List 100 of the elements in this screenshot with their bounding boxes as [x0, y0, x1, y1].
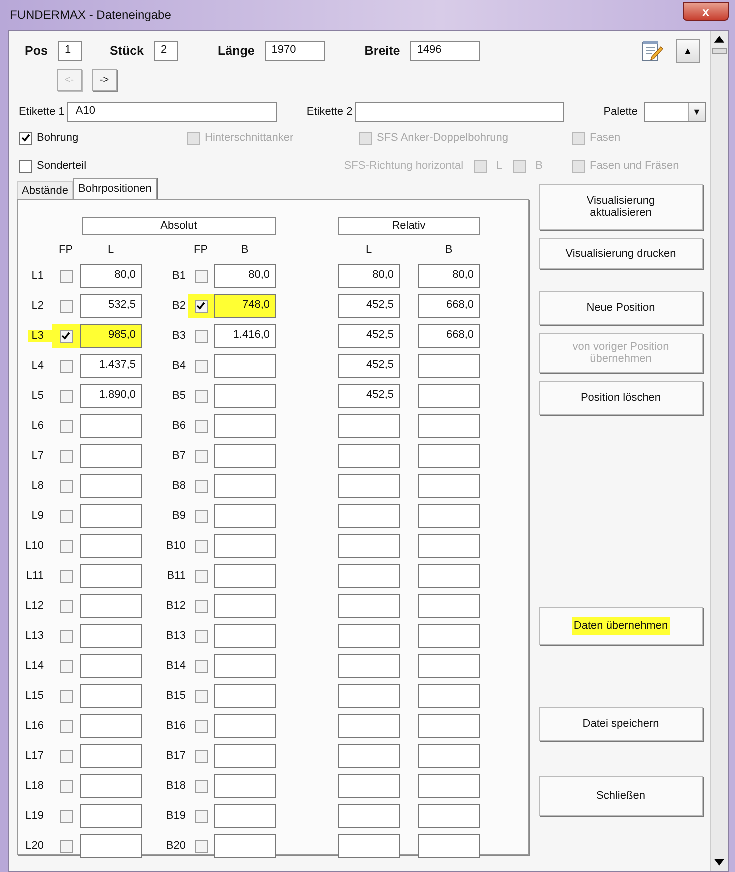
- checkbox[interactable]: [60, 450, 72, 462]
- input-field[interactable]: [214, 414, 276, 438]
- input-field[interactable]: A10: [66, 102, 277, 122]
- input-field[interactable]: 1.416,0: [214, 324, 276, 348]
- input-field[interactable]: [80, 594, 142, 618]
- input-field[interactable]: [338, 414, 400, 438]
- input-field[interactable]: [338, 774, 400, 798]
- checkbox[interactable]: [60, 570, 72, 582]
- input-field[interactable]: 452,5: [338, 324, 400, 348]
- input-field[interactable]: 452,5: [338, 354, 400, 378]
- input-field[interactable]: [418, 834, 480, 858]
- scrollbar[interactable]: [710, 31, 728, 871]
- checkbox[interactable]: [60, 300, 72, 312]
- checkbox[interactable]: [194, 480, 208, 492]
- close-button[interactable]: x: [683, 2, 729, 21]
- input-field[interactable]: 2: [154, 41, 178, 61]
- checkbox[interactable]: [60, 270, 72, 282]
- input-field[interactable]: [80, 774, 142, 798]
- action-button[interactable]: Schließen: [539, 776, 703, 816]
- input-field[interactable]: [214, 444, 276, 468]
- input-field[interactable]: [80, 474, 142, 498]
- input-field[interactable]: [80, 804, 142, 828]
- input-field[interactable]: [354, 102, 564, 122]
- input-field[interactable]: [338, 474, 400, 498]
- input-field[interactable]: [214, 534, 276, 558]
- checkbox[interactable]: [194, 270, 208, 282]
- input-field[interactable]: 1496: [410, 41, 480, 61]
- input-field[interactable]: [338, 504, 400, 528]
- checkbox[interactable]: [60, 720, 72, 732]
- checkbox[interactable]: [194, 300, 208, 312]
- input-field[interactable]: [80, 504, 142, 528]
- input-field[interactable]: [338, 834, 400, 858]
- input-field[interactable]: [80, 564, 142, 588]
- checkbox[interactable]: [194, 330, 208, 342]
- input-field[interactable]: [214, 474, 276, 498]
- input-field[interactable]: [338, 684, 400, 708]
- input-field[interactable]: [80, 624, 142, 648]
- action-button[interactable]: Datei speichern: [539, 707, 703, 741]
- notepad-pencil-icon[interactable]: [640, 39, 664, 63]
- input-field[interactable]: [214, 594, 276, 618]
- input-field[interactable]: 452,5: [338, 294, 400, 318]
- input-field[interactable]: [80, 414, 142, 438]
- input-field[interactable]: [418, 504, 480, 528]
- tab[interactable]: Bohrpositionen: [73, 178, 157, 199]
- checkbox[interactable]: [19, 160, 32, 172]
- input-field[interactable]: 80,0: [338, 264, 400, 288]
- input-field[interactable]: [214, 714, 276, 738]
- input-field[interactable]: [418, 684, 480, 708]
- checkbox[interactable]: [194, 690, 208, 702]
- input-field[interactable]: [80, 714, 142, 738]
- input-field[interactable]: 452,5: [338, 384, 400, 408]
- input-field[interactable]: 668,0: [418, 324, 480, 348]
- checkbox[interactable]: [60, 390, 72, 402]
- input-field[interactable]: [338, 654, 400, 678]
- checkbox[interactable]: [60, 480, 72, 492]
- input-field[interactable]: [418, 384, 480, 408]
- input-field[interactable]: [338, 594, 400, 618]
- checkbox[interactable]: [60, 330, 72, 342]
- checkbox[interactable]: [19, 132, 32, 144]
- input-field[interactable]: [214, 384, 276, 408]
- input-field[interactable]: [338, 534, 400, 558]
- input-field[interactable]: [418, 354, 480, 378]
- input-field[interactable]: [338, 444, 400, 468]
- input-field[interactable]: [214, 744, 276, 768]
- input-field[interactable]: 1.437,5: [80, 354, 142, 378]
- checkbox[interactable]: [60, 840, 72, 852]
- input-field[interactable]: [80, 684, 142, 708]
- input-field[interactable]: [80, 744, 142, 768]
- checkbox[interactable]: [60, 660, 72, 672]
- input-field[interactable]: [214, 624, 276, 648]
- input-field[interactable]: [214, 804, 276, 828]
- input-field[interactable]: 1970: [264, 41, 325, 61]
- input-field[interactable]: [418, 714, 480, 738]
- input-field[interactable]: [214, 654, 276, 678]
- input-field[interactable]: [338, 804, 400, 828]
- checkbox[interactable]: [194, 570, 208, 582]
- dropdown-button[interactable]: ▼: [688, 103, 705, 121]
- checkbox[interactable]: [60, 630, 72, 642]
- checkbox[interactable]: [194, 840, 208, 852]
- checkbox[interactable]: [194, 510, 208, 522]
- input-field[interactable]: [338, 564, 400, 588]
- checkbox[interactable]: [194, 420, 208, 432]
- input-field[interactable]: [214, 774, 276, 798]
- checkbox[interactable]: [194, 540, 208, 552]
- checkbox[interactable]: [194, 720, 208, 732]
- input-field[interactable]: 1: [58, 41, 82, 61]
- checkbox[interactable]: [194, 750, 208, 762]
- input-field[interactable]: [214, 354, 276, 378]
- checkbox[interactable]: [194, 600, 208, 612]
- action-button[interactable]: Daten übernehmen: [539, 607, 703, 645]
- checkbox[interactable]: [194, 390, 208, 402]
- input-field[interactable]: 80,0: [214, 264, 276, 288]
- action-button[interactable]: Visualisierung drucken: [539, 238, 703, 269]
- input-field[interactable]: [338, 624, 400, 648]
- input-field[interactable]: 532,5: [80, 294, 142, 318]
- checkbox[interactable]: [194, 630, 208, 642]
- checkbox[interactable]: [194, 360, 208, 372]
- input-field[interactable]: [418, 774, 480, 798]
- checkbox[interactable]: [60, 780, 72, 792]
- input-field[interactable]: [418, 594, 480, 618]
